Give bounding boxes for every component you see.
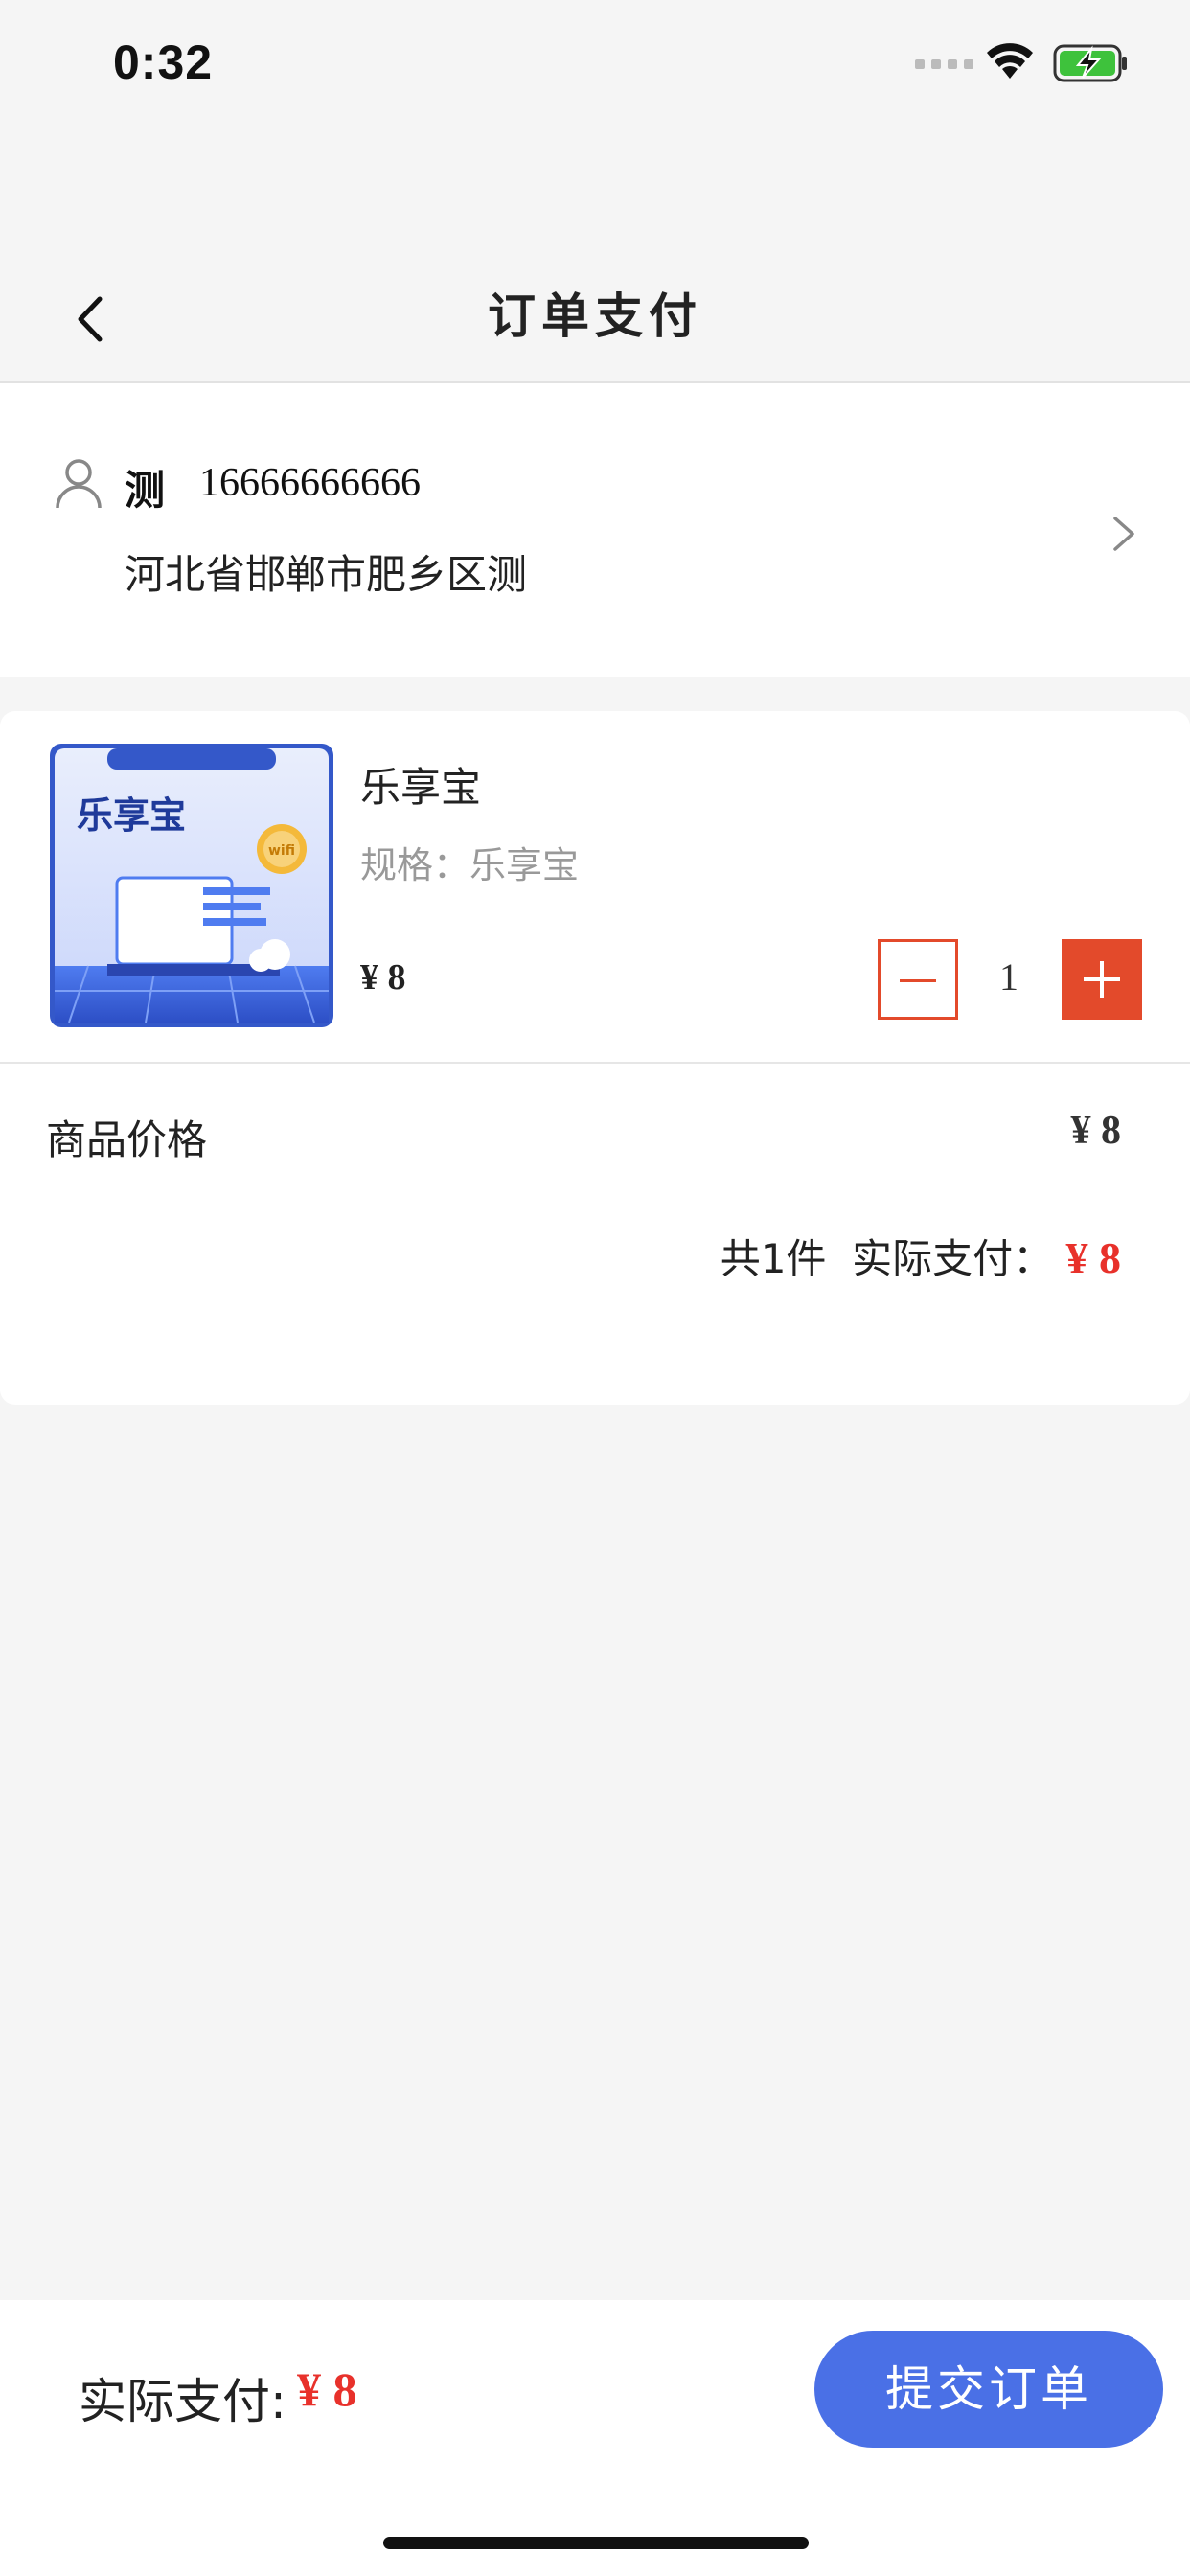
product-image: wifi 乐享宝 [50,744,333,1027]
chevron-right-icon [1110,513,1138,559]
bottom-pay-value: ¥ 8 [297,2362,357,2416]
svg-text:乐享宝: 乐享宝 [77,794,186,837]
svg-text:wifi: wifi [268,843,295,859]
product-spec: 规格：乐享宝 [360,844,580,886]
actual-pay-value: ¥ 8 [1065,1233,1122,1282]
cellular-signal-icon [915,59,973,69]
order-summary: 共1件 实际支付： ¥ 8 [575,1227,1121,1285]
status-time: 0:32 [113,35,214,89]
wifi-icon [985,42,1035,84]
actual-pay-label: 实际支付： [852,1235,1054,1282]
decrease-quantity-button[interactable] [878,939,958,1020]
bottom-pay-label: 实际支付: [79,2374,286,2429]
submit-order-button[interactable]: 提交订单 [814,2331,1163,2448]
battery-charging-icon [1053,43,1130,87]
increase-quantity-button[interactable] [1062,939,1142,1020]
product-price: ¥ 8 [360,957,406,998]
product-name: 乐享宝 [360,764,482,811]
page-title: 订单支付 [488,288,702,344]
recipient-address: 河北省邯郸市肥乡区测 [125,551,528,598]
quantity-value: 1 [999,955,1018,999]
item-count: 共1件 [720,1235,827,1282]
address-section[interactable] [0,383,1190,677]
recipient-phone: 16666666666 [199,461,421,505]
goods-price-label: 商品价格 [46,1116,208,1163]
divider [0,1062,1190,1064]
goods-price-value: ¥ 8 [1070,1109,1122,1153]
recipient-name: 测 [125,467,166,514]
person-icon [54,456,103,514]
home-indicator [383,2537,809,2549]
